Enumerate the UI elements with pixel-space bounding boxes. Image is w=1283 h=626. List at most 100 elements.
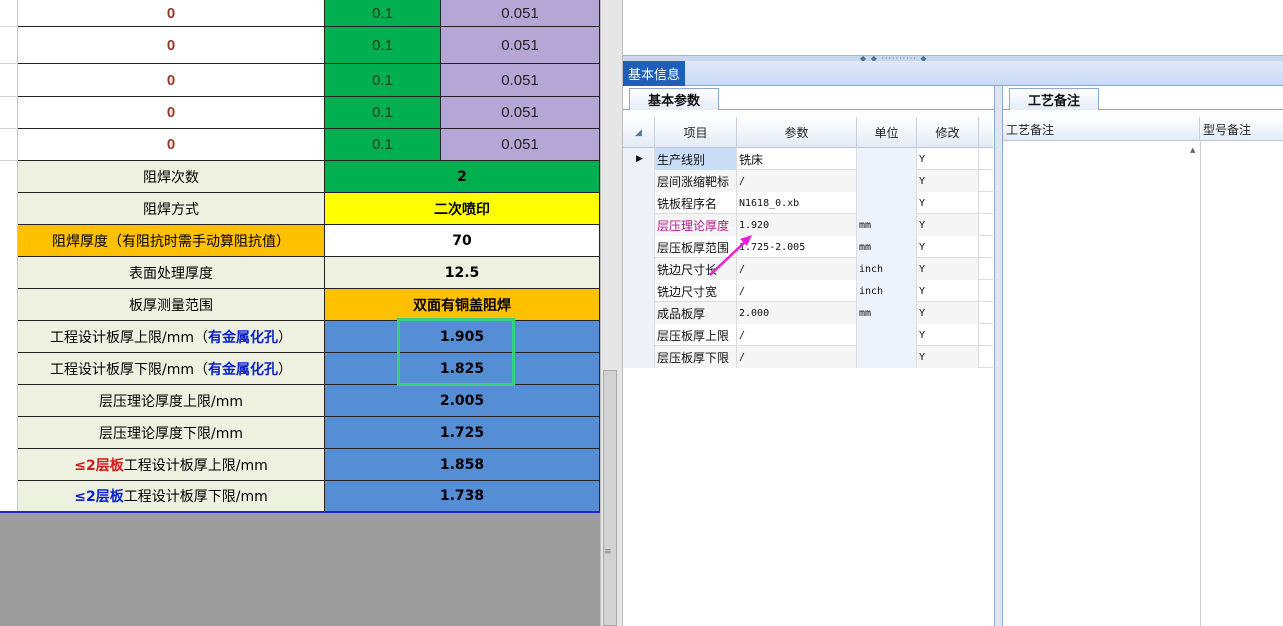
tab-basic-params[interactable]: 基本参数 [629, 88, 719, 110]
table-row[interactable]: ▶ 生产线别 铣床 Y [623, 148, 993, 170]
pane-splitter[interactable] [995, 86, 1003, 626]
cell-label[interactable]: 阻焊厚度（有阻抗时需手动算阻抗值） [18, 225, 325, 257]
table-row[interactable]: 阻焊次数 2 [18, 161, 600, 193]
cell-value[interactable]: 0.1 [325, 97, 441, 129]
row-item[interactable]: 层压板厚下限 [655, 346, 737, 368]
cell-value[interactable]: 0.1 [325, 64, 441, 97]
table-row[interactable]: 层压板厚上限 / Y [623, 324, 993, 346]
table-row[interactable]: 0 0.1 0.051 [18, 64, 600, 97]
cell-value[interactable]: 0.051 [441, 129, 600, 161]
cell-value[interactable]: 0.1 [325, 27, 441, 64]
table-row[interactable]: 阻焊厚度（有阻抗时需手动算阻抗值） 70 [18, 225, 600, 257]
table-row[interactable]: 0 0.1 0.051 [18, 27, 600, 64]
col-header-item[interactable]: 项目 [655, 117, 737, 148]
table-row[interactable]: 铣板程序名 N1618_0.xb Y [623, 192, 993, 214]
table-row[interactable]: 0 0.1 0.051 [18, 129, 600, 161]
cell-value[interactable]: 0.051 [441, 0, 600, 27]
row-item[interactable]: 层间涨缩靶标 [655, 170, 737, 192]
cell-label[interactable]: ≤2层板 工程设计板厚上限/mm [18, 449, 325, 481]
row-modify[interactable]: Y [917, 148, 979, 170]
cell-value[interactable]: 12.5 [325, 257, 600, 289]
table-row[interactable]: ≤2层板 工程设计板厚下限/mm 1.738 [18, 481, 600, 512]
table-row[interactable]: 层压理论厚度下限/mm 1.725 [18, 417, 600, 449]
cell-value[interactable]: 1.738 [325, 481, 600, 512]
vertical-scrollbar[interactable] [600, 0, 623, 626]
row-modify[interactable]: Y [917, 170, 979, 192]
cell-value[interactable]: 0.1 [325, 129, 441, 161]
scroll-up-icon[interactable]: ▲ [1190, 146, 1195, 154]
cell-label[interactable]: 层压理论厚度下限/mm [18, 417, 325, 449]
cell-label[interactable]: 层压理论厚度上限/mm [18, 385, 325, 417]
col-header-unit[interactable]: 单位 [857, 117, 917, 148]
row-unit[interactable] [857, 346, 917, 368]
cell-label[interactable]: 表面处理厚度 [18, 257, 325, 289]
row-modify[interactable]: Y [917, 280, 979, 302]
cell-value[interactable]: 1.858 [325, 449, 600, 481]
row-param[interactable]: 2.000 [737, 302, 857, 324]
row-modify[interactable]: Y [917, 302, 979, 324]
cell-label[interactable]: 工程设计板厚上限/mm（ 有金属化孔） [18, 321, 325, 353]
table-row[interactable]: 层压理论厚度 1.920 mm Y [623, 214, 993, 236]
table-row[interactable]: 成品板厚 2.000 mm Y [623, 302, 993, 324]
table-row[interactable]: 表面处理厚度 12.5 [18, 257, 600, 289]
row-modify[interactable]: Y [917, 346, 979, 368]
table-row[interactable]: 铣边尺寸长 / inch Y [623, 258, 993, 280]
col-header-model-note[interactable]: 型号备注 [1200, 117, 1283, 141]
row-unit[interactable] [857, 170, 917, 192]
row-modify[interactable]: Y [917, 214, 979, 236]
table-row[interactable]: 0 0.1 0.051 [18, 0, 600, 27]
col-header-modify[interactable]: 修改 [917, 117, 979, 148]
cell-value[interactable]: 0.051 [441, 97, 600, 129]
select-all-corner[interactable]: ◢ [623, 117, 655, 148]
row-unit[interactable]: mm [857, 214, 917, 236]
cell-label[interactable]: 阻焊方式 [18, 193, 325, 225]
row-selector[interactable] [623, 346, 655, 368]
table-row[interactable]: 层间涨缩靶标 / Y [623, 170, 993, 192]
cell-label[interactable]: 板厚测量范围 [18, 289, 325, 321]
col-header-process-note[interactable]: 工艺备注 [1003, 117, 1200, 141]
row-selector[interactable] [623, 214, 655, 236]
row-unit[interactable] [857, 192, 917, 214]
cell-value[interactable]: 2.005 [325, 385, 600, 417]
row-item[interactable]: 层压板厚上限 [655, 324, 737, 346]
row-modify[interactable]: Y [917, 192, 979, 214]
cell-value[interactable]: 0 [18, 27, 325, 64]
cell-value[interactable]: 70 [325, 225, 600, 257]
row-item[interactable]: 成品板厚 [655, 302, 737, 324]
row-param[interactable]: / [737, 170, 857, 192]
cell-value[interactable]: 双面有铜盖阻焊 [325, 289, 600, 321]
table-row[interactable]: 0 0.1 0.051 [18, 97, 600, 129]
row-unit[interactable] [857, 324, 917, 346]
cell-value[interactable]: 0.1 [325, 0, 441, 27]
table-row[interactable]: 层压板厚范围 1.725-2.005 mm Y [623, 236, 993, 258]
cell-label[interactable]: ≤2层板 工程设计板厚下限/mm [18, 481, 325, 512]
row-modify[interactable]: Y [917, 324, 979, 346]
row-selector[interactable] [623, 170, 655, 192]
scrollbar-thumb[interactable] [603, 370, 617, 626]
table-row[interactable]: ≤2层板 工程设计板厚上限/mm 1.858 [18, 449, 600, 481]
cell-value[interactable]: 0.051 [441, 64, 600, 97]
row-item[interactable]: 铣板程序名 [655, 192, 737, 214]
cell-value[interactable]: 二次喷印 [325, 193, 600, 225]
cell-value[interactable]: 0 [18, 64, 325, 97]
table-row[interactable]: 板厚测量范围 双面有铜盖阻焊 [18, 289, 600, 321]
row-unit[interactable]: inch [857, 280, 917, 302]
row-selector[interactable] [623, 192, 655, 214]
tab-process-notes[interactable]: 工艺备注 [1009, 88, 1099, 110]
cell-value[interactable]: 0.051 [441, 27, 600, 64]
row-unit[interactable]: inch [857, 258, 917, 280]
cell-value[interactable]: 0 [18, 129, 325, 161]
row-selector[interactable] [623, 302, 655, 324]
row-param[interactable]: N1618_0.xb [737, 192, 857, 214]
col-header-param[interactable]: 参数 [737, 117, 857, 148]
tab-basic-info[interactable]: 基本信息 [623, 61, 685, 86]
row-unit[interactable] [857, 148, 917, 170]
row-selector[interactable] [623, 258, 655, 280]
table-row[interactable]: 铣边尺寸宽 / inch Y [623, 280, 993, 302]
row-unit[interactable]: mm [857, 302, 917, 324]
cell-label[interactable]: 工程设计板厚下限/mm（ 有金属化孔） [18, 353, 325, 385]
cell-value[interactable]: 0 [18, 97, 325, 129]
row-modify[interactable]: Y [917, 236, 979, 258]
table-row[interactable]: 阻焊方式 二次喷印 [18, 193, 600, 225]
table-row[interactable]: 层压板厚下限 / Y [623, 346, 993, 368]
